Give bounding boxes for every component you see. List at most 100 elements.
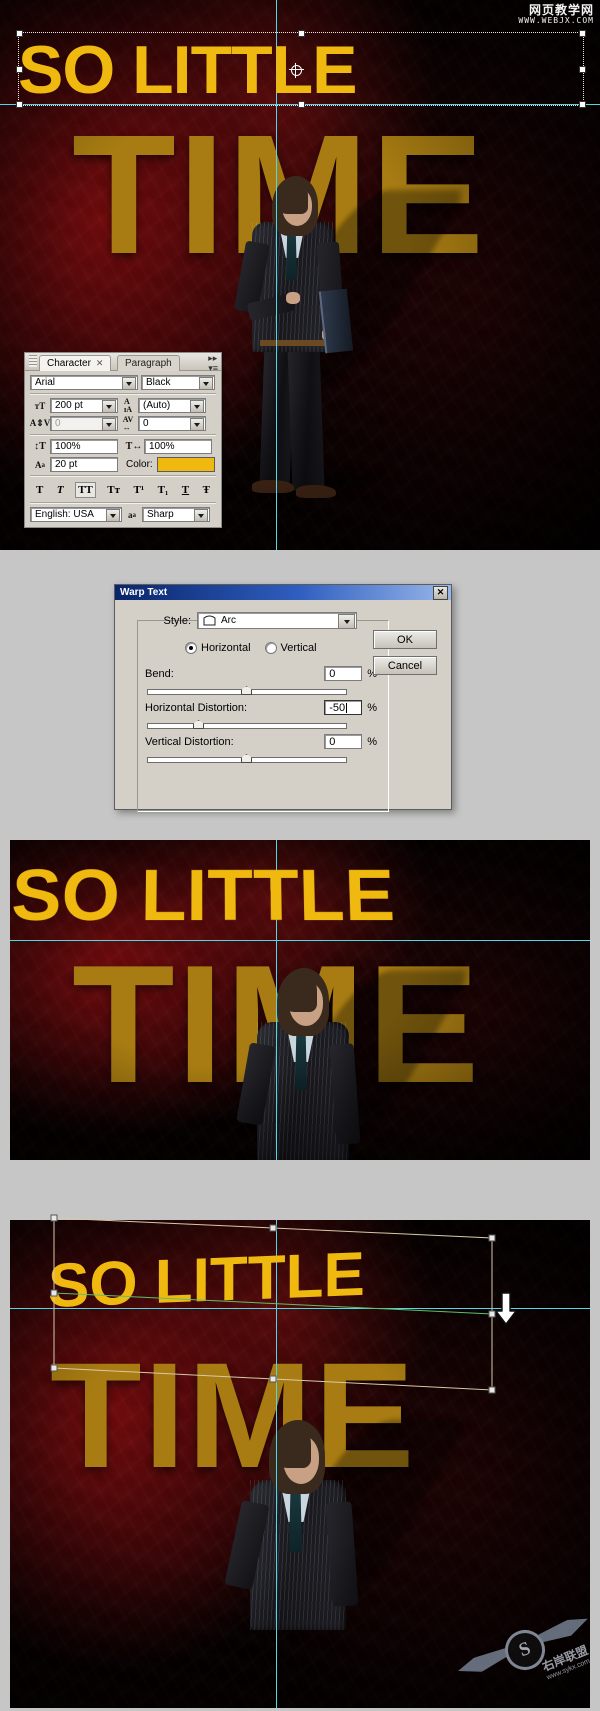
panel-collapse-icon[interactable]: ▸▸ ▾≡ xyxy=(208,354,218,373)
faux-bold-button[interactable]: T xyxy=(34,483,45,497)
close-icon[interactable]: ✕ xyxy=(433,585,448,600)
artwork-section-3: TIME SO LITTLE xyxy=(10,840,590,1160)
character-panel[interactable]: Character ✕ Paragraph ▸▸▾≡ Arial Black xyxy=(24,352,222,528)
vertical-distortion-slider[interactable] xyxy=(147,754,347,764)
vdist-row: Vertical Distortion: 0 % xyxy=(145,734,377,749)
selection-handle-bm[interactable] xyxy=(298,101,305,108)
selection-handle-bl[interactable] xyxy=(16,101,23,108)
vertical-distortion-value: 0 xyxy=(329,735,336,748)
color-label: Color: xyxy=(126,459,153,470)
warp-text-dialog[interactable]: Warp Text ✕ Style: Arc Horizontal Vertic… xyxy=(114,584,452,812)
warp-dialog-titlebar[interactable]: Warp Text ✕ xyxy=(115,585,451,600)
font-row: Arial Black xyxy=(30,375,216,390)
hdist-row: Horizontal Distortion: -50 % xyxy=(145,700,377,715)
ok-button[interactable]: OK xyxy=(373,630,437,649)
tracking-dropdown-icon[interactable] xyxy=(190,418,204,430)
font-family-dropdown-icon[interactable] xyxy=(122,377,136,389)
font-size-input[interactable]: 200 pt xyxy=(50,398,118,413)
kerning-input[interactable]: 0 xyxy=(50,416,118,431)
hdist-slider-knob[interactable] xyxy=(193,720,204,729)
selection-handle-tr[interactable] xyxy=(579,30,586,37)
tracking-value: 0 xyxy=(143,418,149,429)
horizontal-scale-icon: T↔ xyxy=(125,441,143,452)
language-dropdown-icon[interactable] xyxy=(106,509,120,521)
horizontal-scale-input[interactable]: 100% xyxy=(144,439,212,454)
selection-handle-tm[interactable] xyxy=(298,30,305,37)
logo-letter: S xyxy=(515,1637,534,1662)
horizontal-distortion-slider[interactable] xyxy=(147,720,347,730)
tab-paragraph-label: Paragraph xyxy=(125,358,172,369)
leading-icon: AɪA xyxy=(123,396,133,414)
strikethrough-button[interactable]: Ŧ xyxy=(201,483,212,497)
vertical-distortion-input[interactable]: 0 xyxy=(324,734,363,749)
horizontal-distortion-value: -50 xyxy=(329,701,346,714)
anti-alias-icon: aa xyxy=(128,509,136,520)
leading-input[interactable]: (Auto) xyxy=(138,398,206,413)
selection-handle-mr[interactable] xyxy=(579,66,586,73)
font-family-value: Arial xyxy=(35,377,56,388)
leading-dropdown-icon[interactable] xyxy=(190,400,204,412)
baseline-color-row: Aa 20 pt Color: xyxy=(30,457,216,472)
kerning-icon: A⇕V xyxy=(29,418,51,428)
horizontal-scale-value: 100% xyxy=(149,441,175,452)
panel-menu-icon[interactable]: ▾≡ xyxy=(208,364,218,373)
baseline-shift-input[interactable]: 20 pt xyxy=(50,457,118,472)
divider-1 xyxy=(30,393,216,395)
font-style-input[interactable]: Black xyxy=(141,375,215,390)
baseline-shift-value: 20 pt xyxy=(55,459,78,470)
guide-horizontal-3[interactable] xyxy=(10,940,590,941)
language-value: English: USA xyxy=(35,509,94,520)
tab-character[interactable]: Character ✕ xyxy=(39,355,112,371)
font-family-input[interactable]: Arial xyxy=(30,375,138,390)
vertical-scale-input[interactable]: 100% xyxy=(50,439,118,454)
all-caps-button[interactable]: TT xyxy=(75,482,96,498)
vdist-slider-knob[interactable] xyxy=(241,754,252,763)
warp-style-select[interactable]: Arc xyxy=(197,612,357,629)
bend-slider-knob[interactable] xyxy=(241,686,252,695)
screenshot-root: TIME xyxy=(0,0,600,1708)
horizontal-radio[interactable] xyxy=(185,642,197,654)
panel-grip[interactable] xyxy=(29,355,37,367)
tab-close-icon[interactable]: ✕ xyxy=(96,358,104,368)
baseline-shift-icon: Aa xyxy=(35,459,45,470)
text-selection-box[interactable] xyxy=(16,30,586,108)
superscript-button[interactable]: T¹ xyxy=(132,483,147,497)
faux-italic-button[interactable]: T xyxy=(55,483,66,497)
selection-handle-br[interactable] xyxy=(579,101,586,108)
language-select[interactable]: English: USA xyxy=(30,507,122,522)
transform-center-point[interactable] xyxy=(289,63,304,78)
horizontal-distortion-label: Horizontal Distortion: xyxy=(145,701,248,714)
bend-input[interactable]: 0 xyxy=(324,666,363,681)
headline-warped-3[interactable]: SO LITTLE xyxy=(10,855,396,936)
cancel-button[interactable]: Cancel xyxy=(373,656,437,675)
horizontal-distortion-input[interactable]: -50 xyxy=(324,700,363,715)
warp-style-dropdown-icon[interactable] xyxy=(338,614,355,628)
divider-4 xyxy=(30,502,216,504)
watermark-top: 网页教学网 WWW.WEBJX.COM xyxy=(518,4,594,25)
underline-button[interactable]: T xyxy=(180,483,191,497)
bend-slider[interactable] xyxy=(147,686,347,696)
subscript-button[interactable]: T₁ xyxy=(156,483,171,497)
divider-3 xyxy=(30,475,216,477)
kerning-dropdown-icon[interactable] xyxy=(102,418,116,430)
headline-skewed-4[interactable]: SO LITTLE xyxy=(48,1240,365,1321)
leading-value: (Auto) xyxy=(143,400,171,411)
vertical-radio[interactable] xyxy=(264,642,277,654)
tab-paragraph[interactable]: Paragraph xyxy=(117,355,180,371)
vertical-radio-label: Vertical xyxy=(280,642,317,654)
bend-label: Bend: xyxy=(145,667,174,680)
vertical-distortion-label: Vertical Distortion: xyxy=(145,735,234,748)
font-size-dropdown-icon[interactable] xyxy=(102,400,116,412)
antialias-dropdown-icon[interactable] xyxy=(194,509,208,521)
text-color-swatch[interactable] xyxy=(156,457,215,472)
tracking-icon: AV ↔ xyxy=(122,414,134,432)
font-style-dropdown-icon[interactable] xyxy=(199,377,213,389)
scale-row: ↕T 100% T↔ 100% xyxy=(30,439,216,454)
selection-handle-tl[interactable] xyxy=(16,30,23,37)
font-size-value: 200 pt xyxy=(55,400,83,411)
antialias-select[interactable]: Sharp xyxy=(142,507,210,522)
selection-handle-ml[interactable] xyxy=(16,66,23,73)
tracking-input[interactable]: 0 xyxy=(138,416,206,431)
kerning-value: 0 xyxy=(55,418,61,429)
small-caps-button[interactable]: Tᴛ xyxy=(105,483,122,497)
